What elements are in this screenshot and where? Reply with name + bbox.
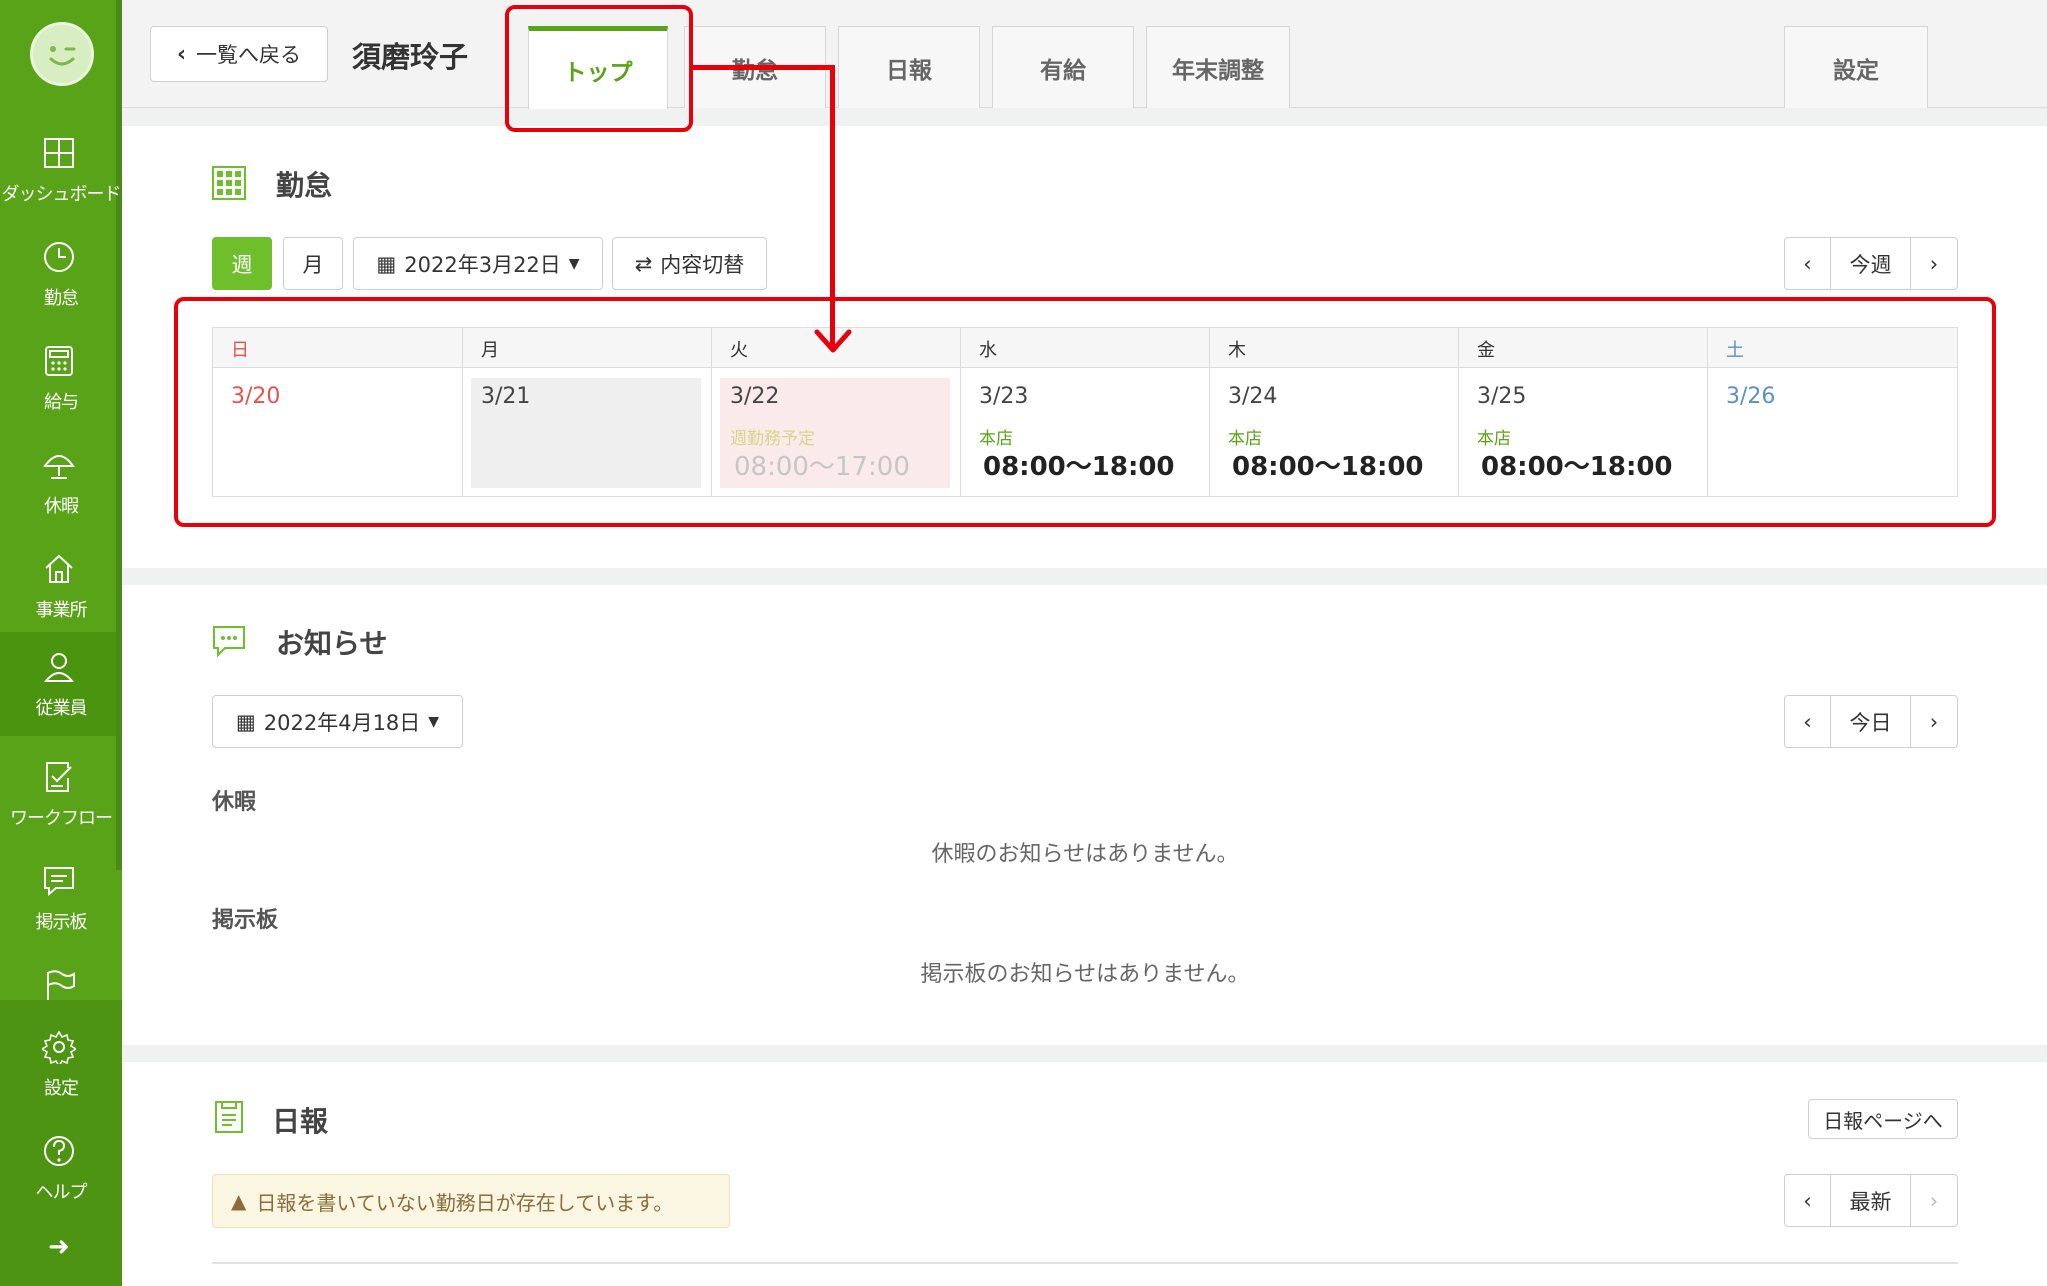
- next-day-button[interactable]: ›: [1911, 696, 1957, 747]
- board-label: 掲示板: [212, 908, 279, 933]
- prev-report-button[interactable]: ‹: [1785, 1175, 1831, 1226]
- employee-name: 須磨玲子: [352, 40, 469, 74]
- caret-down-icon: ▼: [428, 713, 440, 730]
- calendar-icon: ▦: [376, 251, 397, 276]
- sidebar-item-label: ヘルプ: [35, 1182, 88, 1203]
- daily-report-page-button[interactable]: 日報ページへ: [1808, 1099, 1958, 1139]
- calculator-icon: [45, 346, 73, 376]
- board-empty-message: 掲示板のお知らせはありません。: [920, 962, 1250, 987]
- chevron-left-icon: ‹: [1803, 1188, 1812, 1213]
- flag-icon: [47, 970, 75, 1000]
- clock-icon: [44, 242, 74, 272]
- tab-settings[interactable]: 設定: [1784, 26, 1928, 108]
- sidebar-item-label: 事業所: [35, 600, 88, 621]
- swap-icon: ⇄: [634, 251, 653, 276]
- leave-label: 休暇: [212, 790, 257, 815]
- user-icon: [43, 653, 75, 682]
- sidebar-item-help[interactable]: ヘルプ: [0, 1116, 116, 1220]
- tab-paid-leave[interactable]: 有給: [992, 26, 1134, 108]
- home-icon: [45, 554, 73, 583]
- checklist-icon: [46, 762, 72, 792]
- toggle-content-button[interactable]: ⇄ 内容切替: [612, 237, 767, 290]
- logo[interactable]: [30, 22, 94, 86]
- back-to-list-button[interactable]: ‹ 一覧へ戻る: [150, 26, 328, 82]
- sidebar-item-label: ダッシュボード: [1, 184, 122, 205]
- annotation-arrow-horizontal: [693, 65, 835, 70]
- message-icon: [44, 867, 74, 897]
- warning-icon: ▲: [231, 1189, 247, 1213]
- sidebar: ダッシュボード 勤怠 給与 休暇 事業所 従業員 ワークフロー 掲示板 設定 ヘ…: [0, 0, 122, 1286]
- umbrella-icon: [43, 455, 75, 479]
- sidebar-item-leave[interactable]: 休暇: [0, 430, 116, 534]
- document-icon: [215, 1101, 243, 1133]
- back-label: 一覧へ戻る: [196, 43, 302, 67]
- attendance-date-picker[interactable]: ▦ 2022年3月22日 ▼: [353, 237, 603, 290]
- smile-logo-icon: [49, 46, 76, 66]
- sidebar-item-dashboard[interactable]: ダッシュボード: [0, 118, 122, 222]
- divider: [212, 1262, 1958, 1264]
- grid-calendar-icon: [212, 166, 246, 200]
- next-report-button[interactable]: ›: [1911, 1175, 1957, 1226]
- missing-report-alert: ▲ 日報を書いていない勤務日が存在しています。: [212, 1174, 730, 1228]
- sidebar-item-label: 掲示板: [35, 912, 88, 933]
- sidebar-item-office[interactable]: 事業所: [0, 534, 116, 638]
- annotation-box-tab: [505, 5, 693, 132]
- sidebar-item-label: 従業員: [35, 698, 88, 719]
- chevron-right-icon: ›: [1929, 1188, 1939, 1213]
- dashboard-icon: [44, 138, 74, 168]
- view-month-button[interactable]: 月: [283, 237, 343, 290]
- arrow-right-icon[interactable]: ➜: [48, 1232, 70, 1262]
- sidebar-item-settings[interactable]: 設定: [0, 1012, 116, 1116]
- sidebar-item-payroll[interactable]: 給与: [0, 326, 116, 430]
- chevron-left-icon: ‹: [1803, 709, 1812, 734]
- notices-date-picker[interactable]: ▦ 2022年4月18日 ▼: [212, 695, 463, 748]
- top-bar: ‹ 一覧へ戻る 須磨玲子 トップ 勤怠 日報 有給 年末調整 設定: [122, 0, 2047, 109]
- sidebar-item-label: 設定: [44, 1078, 79, 1099]
- tab-year-end[interactable]: 年末調整: [1146, 26, 1290, 108]
- tab-daily-report[interactable]: 日報: [838, 26, 980, 108]
- report-nav: ‹ 最新 ›: [1784, 1174, 1958, 1227]
- calendar-icon: ▦: [235, 709, 256, 734]
- leave-empty-message: 休暇のお知らせはありません。: [931, 842, 1239, 867]
- sidebar-item-board[interactable]: 掲示板: [0, 846, 116, 950]
- sidebar-item-label: ワークフロー: [10, 808, 113, 829]
- sidebar-item-attendance[interactable]: 勤怠: [0, 222, 116, 326]
- annotation-box-calendar: [174, 297, 1996, 527]
- help-icon: [44, 1136, 74, 1166]
- daily-report-title: 日報: [272, 1105, 329, 1138]
- chat-bubble-icon: [213, 626, 245, 658]
- day-nav: ‹ 今日 ›: [1784, 695, 1958, 748]
- sidebar-item-workflow[interactable]: ワークフロー: [0, 742, 116, 846]
- chevron-left-icon: ‹: [176, 41, 187, 67]
- notices-title: お知らせ: [276, 627, 388, 660]
- chevron-right-icon: ›: [1929, 709, 1939, 734]
- prev-day-button[interactable]: ‹: [1785, 696, 1831, 747]
- annotation-arrowhead-icon: [814, 329, 852, 353]
- latest-button[interactable]: 最新: [1831, 1175, 1911, 1226]
- chevron-right-icon: ›: [1929, 251, 1939, 276]
- this-week-button[interactable]: 今週: [1831, 238, 1911, 289]
- chevron-left-icon: ‹: [1803, 251, 1812, 276]
- gear-icon: [42, 1030, 76, 1064]
- week-nav: ‹ 今週 ›: [1784, 237, 1958, 290]
- sidebar-item-flag[interactable]: [0, 950, 116, 1000]
- caret-down-icon: ▼: [568, 255, 580, 272]
- prev-week-button[interactable]: ‹: [1785, 238, 1831, 289]
- view-week-button[interactable]: 週: [212, 237, 272, 290]
- sidebar-item-label: 勤怠: [44, 288, 79, 309]
- sidebar-item-label: 休暇: [44, 496, 79, 517]
- today-button[interactable]: 今日: [1831, 696, 1911, 747]
- next-week-button[interactable]: ›: [1911, 238, 1957, 289]
- attendance-title: 勤怠: [276, 169, 333, 202]
- sidebar-item-label: 給与: [44, 392, 79, 413]
- annotation-arrow-vertical: [830, 65, 835, 347]
- sidebar-item-employees[interactable]: 従業員: [0, 632, 116, 736]
